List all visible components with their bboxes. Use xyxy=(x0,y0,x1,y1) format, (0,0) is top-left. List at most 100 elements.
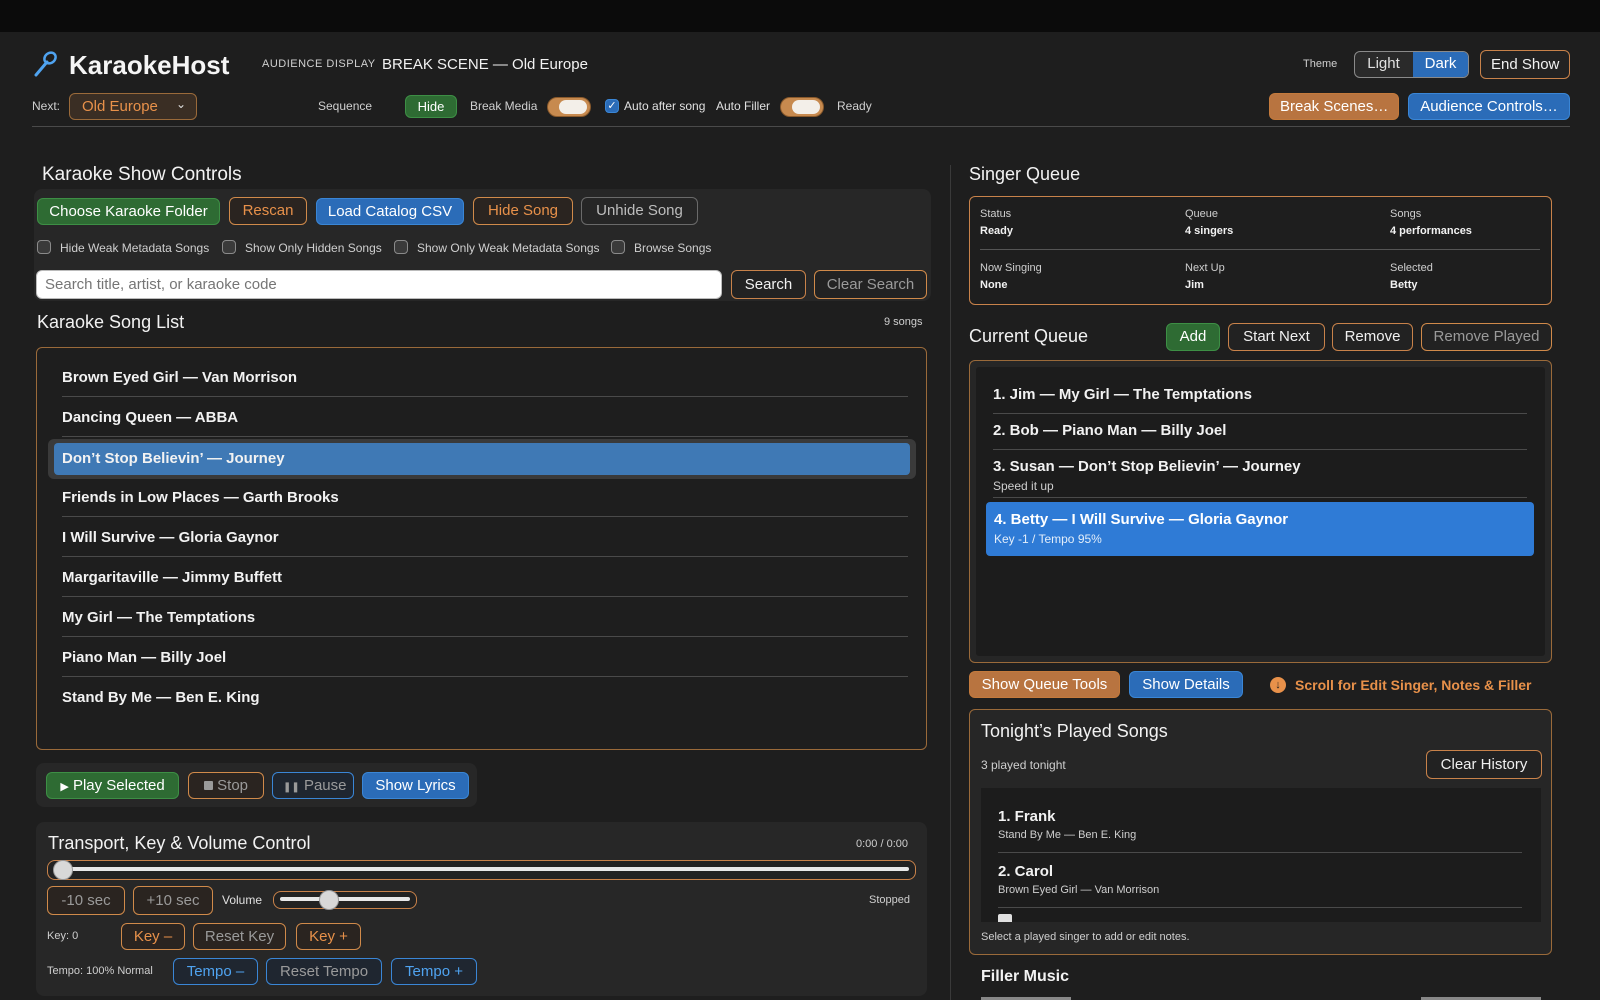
queue-item[interactable]: 2. Bob — Piano Man — Billy Joel xyxy=(993,422,1527,450)
current-queue-title: Current Queue xyxy=(969,326,1089,346)
forward-10-button[interactable]: +10 sec xyxy=(133,886,213,915)
song-row[interactable]: I Will Survive — Gloria Gaynor xyxy=(62,518,908,557)
song-row[interactable]: Friends in Low Places — Garth Brooks xyxy=(62,478,908,517)
position-slider-thumb[interactable] xyxy=(53,860,73,880)
show-only-hidden-checkbox[interactable] xyxy=(222,240,236,254)
next-select-value: Old Europe xyxy=(82,98,158,115)
songs-key: Songs xyxy=(1390,208,1422,220)
time-readout: 0:00 / 0:00 xyxy=(856,838,908,850)
next-select[interactable]: Old Europe ⌄ xyxy=(69,93,197,120)
header-divider xyxy=(32,126,1570,127)
pause-icon: ❚❚ xyxy=(283,782,300,793)
audience-display-value: BREAK SCENE — Old Europe xyxy=(382,56,588,73)
tempo-minus-button[interactable]: Tempo – xyxy=(173,958,258,985)
filler-music-title: Filler Music xyxy=(981,968,1070,985)
stop-button[interactable]: Stop xyxy=(188,772,264,799)
song-row[interactable]: Piano Man — Billy Joel xyxy=(62,638,908,677)
app-title: KaraokeHost xyxy=(69,50,230,80)
chevron-down-icon: ⌄ xyxy=(175,97,186,111)
unhide-song-button[interactable]: Unhide Song xyxy=(581,197,698,225)
song-row[interactable]: My Girl — The Temptations xyxy=(62,598,908,637)
hide-sequence-button[interactable]: Hide xyxy=(405,95,457,118)
play-icon: ▶ xyxy=(60,781,69,793)
song-row[interactable]: Dancing Queen — ABBA xyxy=(62,398,908,437)
queue-item-selected[interactable]: 4. Betty — I Will Survive — Gloria Gayno… xyxy=(986,502,1534,556)
break-media-toggle[interactable] xyxy=(547,97,591,117)
load-catalog-button[interactable]: Load Catalog CSV xyxy=(316,198,464,225)
break-media-label: Break Media xyxy=(470,99,538,113)
volume-slider[interactable] xyxy=(273,890,417,910)
tempo-plus-button[interactable]: Tempo + xyxy=(391,958,477,985)
show-only-weak-metadata-label: Show Only Weak Metadata Songs xyxy=(417,241,600,255)
stop-icon xyxy=(203,781,213,790)
end-show-button[interactable]: End Show xyxy=(1480,50,1570,79)
singer-queue-title: Singer Queue xyxy=(969,164,1081,184)
status-key: Status xyxy=(980,208,1012,220)
remove-button[interactable]: Remove xyxy=(1332,323,1413,351)
scroll-down-icon: ↓ xyxy=(1270,677,1286,693)
column-divider xyxy=(950,165,951,1000)
hide-weak-metadata-checkbox[interactable] xyxy=(37,240,51,254)
stats-divider xyxy=(980,249,1540,250)
key-plus-button[interactable]: Key + xyxy=(296,923,361,950)
now-singing-key: Now Singing xyxy=(980,262,1042,274)
show-queue-tools-button[interactable]: Show Queue Tools xyxy=(969,671,1120,698)
played-count: 3 played tonight xyxy=(981,758,1066,772)
pause-button[interactable]: ❚❚ Pause xyxy=(272,772,354,799)
key-minus-button[interactable]: Key – xyxy=(121,923,185,950)
search-input[interactable] xyxy=(36,270,722,299)
play-selected-button[interactable]: ▶ Play Selected xyxy=(46,772,179,799)
queue-item[interactable]: 1. Jim — My Girl — The Temptations xyxy=(993,386,1527,414)
show-only-weak-metadata-checkbox[interactable] xyxy=(394,240,408,254)
clear-search-button[interactable]: Clear Search xyxy=(814,270,927,299)
position-slider[interactable] xyxy=(47,860,916,880)
back-10-button[interactable]: -10 sec xyxy=(47,886,125,915)
queue-value: 4 singers xyxy=(1185,225,1234,237)
search-button[interactable]: Search xyxy=(731,270,806,299)
selected-value: Betty xyxy=(1390,279,1418,291)
clear-history-button[interactable]: Clear History xyxy=(1426,750,1542,779)
hide-song-button[interactable]: Hide Song xyxy=(473,197,573,225)
selected-key: Selected xyxy=(1390,262,1433,274)
audience-controls-button[interactable]: Audience Controls… xyxy=(1408,93,1570,120)
played-songs-title: Tonight’s Played Songs xyxy=(981,721,1168,741)
queue-item[interactable]: 3. Susan — Don’t Stop Believin’ — Journe… xyxy=(993,458,1527,498)
reset-key-button[interactable]: Reset Key xyxy=(193,923,286,950)
auto-filler-toggle[interactable] xyxy=(780,97,824,117)
sequence-label: Sequence xyxy=(318,99,373,113)
tempo-readout: Tempo: 100% Normal xyxy=(47,965,153,977)
volume-label: Volume xyxy=(222,893,263,907)
volume-slider-thumb[interactable] xyxy=(318,890,339,910)
browse-songs-checkbox[interactable] xyxy=(611,240,625,254)
song-row[interactable]: Stand By Me — Ben E. King xyxy=(62,678,908,717)
played-item[interactable]: 2. Carol Brown Eyed Girl — Van Morrison xyxy=(998,863,1522,908)
played-item[interactable]: 1. Frank Stand By Me — Ben E. King xyxy=(998,808,1522,853)
song-row-selected[interactable]: Don’t Stop Believin’ — Journey xyxy=(54,443,910,475)
next-up-value: Jim xyxy=(1185,279,1204,291)
scroll-hint: Scroll for Edit Singer, Notes & Filler xyxy=(1295,677,1532,693)
show-controls-title: Karaoke Show Controls xyxy=(42,164,242,185)
show-details-button[interactable]: Show Details xyxy=(1129,671,1243,698)
song-row[interactable]: Brown Eyed Girl — Van Morrison xyxy=(62,358,908,397)
remove-played-button[interactable]: Remove Played xyxy=(1421,323,1552,351)
add-button[interactable]: Add xyxy=(1166,323,1220,351)
rescan-button[interactable]: Rescan xyxy=(229,197,307,225)
played-item-partial xyxy=(998,914,1028,922)
key-readout: Key: 0 xyxy=(47,930,79,942)
theme-light-button[interactable]: Light xyxy=(1355,52,1412,77)
theme-dark-button[interactable]: Dark xyxy=(1413,52,1468,77)
next-up-key: Next Up xyxy=(1185,262,1225,274)
played-hint: Select a played singer to add or edit no… xyxy=(981,931,1190,943)
audience-display-label: AUDIENCE DISPLAY xyxy=(262,58,376,70)
show-only-hidden-label: Show Only Hidden Songs xyxy=(245,241,382,255)
show-lyrics-button[interactable]: Show Lyrics xyxy=(362,772,469,799)
microphone-icon xyxy=(32,50,58,83)
now-singing-value: None xyxy=(980,279,1008,291)
song-count: 9 songs xyxy=(884,316,923,328)
start-next-button[interactable]: Start Next xyxy=(1228,323,1325,351)
break-scenes-button[interactable]: Break Scenes… xyxy=(1269,93,1399,120)
reset-tempo-button[interactable]: Reset Tempo xyxy=(266,958,382,985)
auto-after-song-checkbox[interactable]: ✓ xyxy=(605,99,619,113)
choose-karaoke-folder-button[interactable]: Choose Karaoke Folder xyxy=(37,198,220,225)
song-row[interactable]: Margaritaville — Jimmy Buffett xyxy=(62,558,908,597)
